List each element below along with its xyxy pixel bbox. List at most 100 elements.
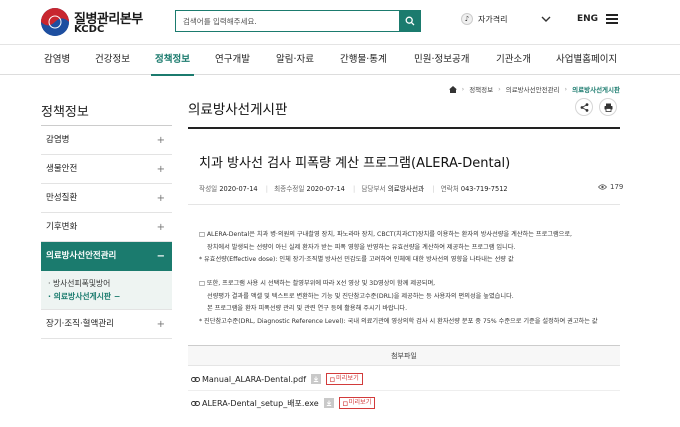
breadcrumb-item[interactable]: 의료방사선안전관리 [506,84,560,94]
link-icon [191,376,200,382]
eye-icon [598,184,607,190]
plus-icon: + [156,222,165,233]
sidebar-item-label: 생물안전 [46,164,78,174]
meta-divider: | [432,185,435,193]
title-divider [188,127,620,129]
attachment-file-link[interactable]: Manual_ALARA-Dental.pdf [202,375,306,384]
nav-business-sites[interactable]: 사업별홈페이지 [556,45,617,75]
download-icon [326,400,331,406]
body-note: * 유효선량(Effective dose): 인체 장기·조직별 방사선 민감… [199,256,514,263]
meta-divider: | [352,185,356,193]
nav-infectious-disease[interactable]: 감염병 [44,45,70,75]
plus-icon: + [156,319,165,330]
download-button[interactable] [323,398,334,408]
sidebar-item-label: 감염병 [46,135,70,145]
body-line: 본 프로그램을 환자 피폭선량 관리 및 관련 연구 등에 활용해 주시기 바랍… [207,305,408,312]
download-icon [313,376,319,382]
meta-department: 의료방사선과 [387,185,425,193]
preview-button[interactable]: 미리보기 [338,397,376,409]
body-line: □ 또한, 프로그램 사용 시 선택하는 촬영부위에 따라 X선 영상 및 3D… [199,280,436,287]
site-header: 질병관리본부 KCDC ♪ 자가격리 ENG [0,0,680,44]
external-link-icon [342,401,348,406]
external-link-icon [330,377,335,382]
body-line: 장치에서 발생되는 선량이 아닌 실제 환자가 받는 피폭 영향을 반영하는 유… [207,243,516,251]
body-note: * 진단참고수준(DRL, Diagnostic Reference Level… [199,317,598,325]
search-box [175,10,421,32]
nav-notice-data[interactable]: 알림·자료 [276,45,314,75]
meta-label: 작성일 [199,185,218,193]
attachments-header: 첨부파일 [188,345,620,366]
sidebar-item-biosafety[interactable]: 생물안전 + [41,155,172,184]
chevron-down-icon[interactable] [540,13,552,25]
nav-health-info[interactable]: 건강정보 [95,45,130,75]
nav-civil-service[interactable]: 민원·정보공개 [414,45,469,75]
music-note-icon[interactable]: ♪ [461,13,473,25]
attachment-file-link[interactable]: ALERA-Dental_setup_배포.exe [202,398,319,409]
sidebar-item-label: 의료방사선안전관리 [46,251,117,261]
link-icon [191,400,200,406]
body-line: 선량평가 결과를 액셀 및 텍스트로 변환하는 기능 및 진단참고수준(DRL)… [207,292,514,300]
breadcrumb-item[interactable]: 정책정보 [469,84,493,94]
search-button[interactable] [399,11,420,31]
sidebar-item-chronic[interactable]: 만성질환 + [41,184,172,213]
plus-icon: + [156,193,165,204]
attachment-divider [188,390,620,391]
meta-modified-date: 2020-07-14 [306,185,345,193]
search-icon [405,16,414,26]
nav-publications[interactable]: 간행물·통계 [340,45,387,75]
sidebar-item-organ-tissue-blood[interactable]: 장기·조직·혈액관리 + [41,310,172,339]
nav-about[interactable]: 기관소개 [496,45,531,75]
sidebar-title: 정책정보 [41,105,89,120]
view-count-value: 179 [610,183,624,191]
plus-icon: + [156,164,165,175]
post-body-paragraph-2: □ 또한, 프로그램 사용 시 선택하는 촬영부위에 따라 X선 영상 및 3D… [199,278,619,328]
self-quarantine-link[interactable]: 자가격리 [478,14,507,25]
share-icon [580,102,588,112]
page-title: 의료방사선게시판 [188,102,288,118]
plus-icon: + [156,135,165,146]
sidebar-subitem-radiation-board[interactable]: · 의료방사선게시판 − [48,290,172,303]
sidebar-item-climate[interactable]: 기후변화 + [41,213,172,242]
nav-research[interactable]: 연구개발 [215,45,250,75]
meta-label: 담당부서 [361,185,386,193]
meta-divider-line [188,204,620,205]
language-english-link[interactable]: ENG [577,14,598,24]
logo-text-en[interactable]: KCDC [74,24,104,35]
meta-label: 연락처 [440,185,459,193]
post-title: 치과 방사선 검사 피폭량 계산 프로그램(ALERA-Dental) [199,156,511,171]
home-icon[interactable] [448,85,457,93]
meta-phone: 043-719-7512 [460,185,508,193]
menu-hamburger-icon[interactable] [606,14,618,24]
minus-icon: − [156,251,165,262]
sidebar-item-infectious[interactable]: 감염병 + [41,126,172,155]
nav-policy-info[interactable]: 정책정보 [151,45,194,76]
search-input[interactable] [176,11,400,31]
post-body-paragraph-1: □ ALERA-Dental은 치과 병·의원의 구내촬영 장치, 파노라마 장… [199,229,619,267]
kcdc-logo-icon[interactable] [40,7,70,37]
sidebar-item-medical-radiation[interactable]: 의료방사선안전관리 − [41,242,172,271]
print-icon [604,103,612,112]
breadcrumb-separator: › [498,85,501,93]
breadcrumb-separator: › [564,85,568,93]
sidebar-submenu: · 방사선피폭및방어 · 의료방사선게시판 − [41,271,172,310]
post-meta: 작성일 2020-07-14 | 최종수정일 2020-07-14 | 담당부서… [199,183,510,193]
share-button[interactable] [575,98,593,116]
body-line: □ ALERA-Dental은 치과 병·의원의 구내촬영 장치, 파노라마 장… [199,231,573,238]
attachment-row: Manual_ALARA-Dental.pdf 미리보기 [191,372,363,386]
sidebar-item-label: 장기·조직·혈액관리 [46,319,114,329]
meta-divider: | [265,185,268,193]
breadcrumb: › 정책정보 › 의료방사선안전관리 › 의료방사선게시판 [448,84,620,94]
sidebar-item-label: 만성질환 [46,193,78,203]
preview-button[interactable]: 미리보기 [326,373,363,385]
preview-label: 미리보기 [348,399,372,406]
view-count: 179 [598,183,623,191]
breadcrumb-current[interactable]: 의료방사선게시판 [572,84,620,94]
meta-label: 최종수정일 [274,185,305,193]
preview-label: 미리보기 [336,375,359,382]
download-button[interactable] [311,374,322,384]
sidebar-item-label: 기후변화 [46,222,78,232]
sidebar-subitem-radiation-protection[interactable]: · 방사선피폭및방어 [48,277,172,290]
attachment-row: ALERA-Dental_setup_배포.exe 미리보기 [191,396,376,410]
main-navigation: 감염병 건강정보 정책정보 연구개발 알림·자료 간행물·통계 민원·정보공개 … [0,44,680,76]
print-button[interactable] [599,98,617,116]
